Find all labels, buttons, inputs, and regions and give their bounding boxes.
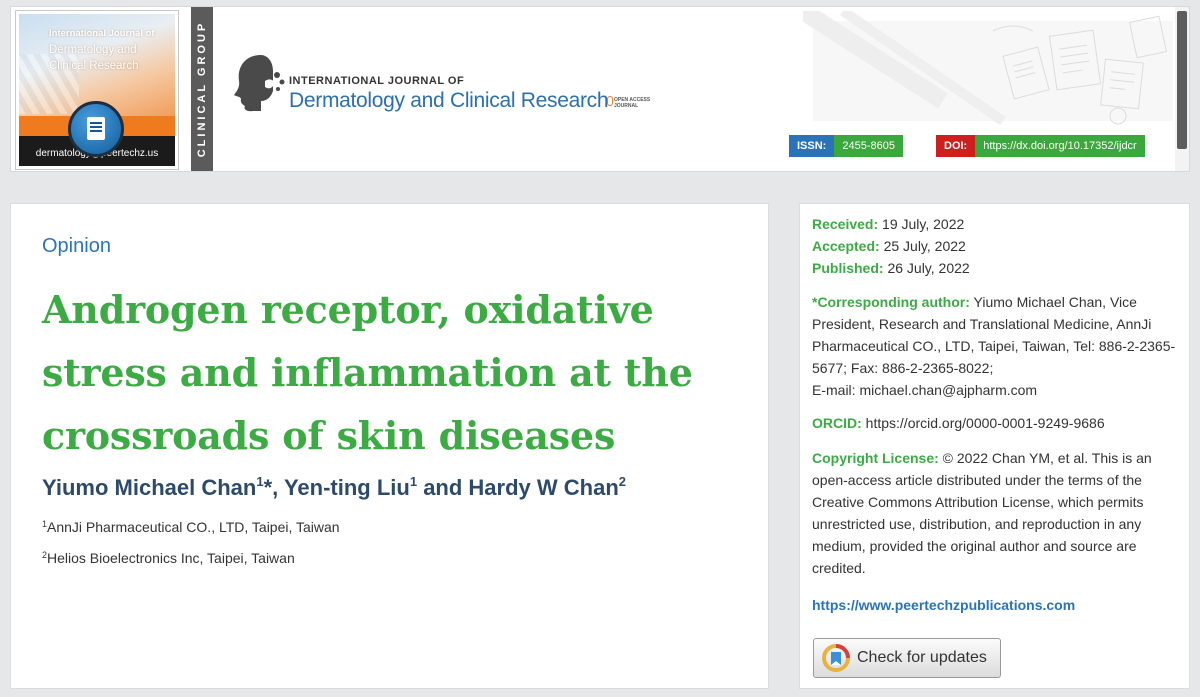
doi-link[interactable]: https://dx.doi.org/10.17352/ijdcr [975, 135, 1145, 157]
journal-header: International Journal of Dermatology and… [10, 6, 1190, 172]
doi-box: DOI: https://dx.doi.org/10.17352/ijdcr [936, 135, 1145, 157]
orcid-link[interactable]: https://orcid.org/0000-0001-9249-9686 [862, 415, 1105, 431]
accepted-label: Accepted: [812, 238, 880, 254]
cover-title: International Journal of Dermatology and… [49, 26, 174, 74]
published-label: Published: [812, 260, 884, 276]
article-title-line3: crossroads of skin diseases [42, 413, 616, 458]
author-3[interactable]: Hardy W Chan [468, 475, 618, 500]
logo-journal-name: Dermatology and Clinical Research [289, 89, 609, 112]
author-2[interactable]: Yen-ting Liu [284, 475, 410, 500]
header-scrollbar[interactable] [1175, 7, 1189, 171]
cover-title-line3: Clinical Research [49, 60, 139, 72]
check-for-updates-button[interactable]: Check for updates [813, 638, 1001, 678]
cover-title-line1: International Journal of [49, 28, 155, 39]
received-label: Received: [812, 216, 879, 232]
logo-small-text: INTERNATIONAL JOURNAL OF [289, 75, 465, 87]
article-title-line2: stress and inflammation at the [42, 350, 693, 395]
header-decoration-graphic [803, 11, 1173, 126]
publication-dates: Received: 19 July, 2022 Accepted: 25 Jul… [812, 213, 970, 279]
copyright-label: Copyright License: [812, 450, 939, 466]
copyright-license: Copyright License: © 2022 Chan YM, et al… [812, 447, 1182, 579]
clinical-group-label: CLINICAL GROUP [196, 20, 208, 158]
corresponding-author: *Corresponding author: Yiumo Michael Cha… [812, 291, 1182, 401]
email-label: E-mail: [812, 382, 860, 398]
accepted-date: Accepted: 25 July, 2022 [812, 235, 970, 257]
affiliation-1-text: AnnJi Pharmaceutical CO., LTD, Taipei, T… [47, 519, 340, 535]
affiliation-2-text: Helios Bioelectronics Inc, Taipei, Taiwa… [47, 550, 295, 566]
corresponding-marker: *, [263, 475, 284, 500]
open-access-icon [607, 96, 613, 106]
author-list: Yiumo Michael Chan1*, Yen-ting Liu1 and … [42, 474, 626, 501]
check-for-updates-label: Check for updates [857, 649, 987, 666]
copyright-text: © 2022 Chan YM, et al. This is an open-a… [812, 450, 1152, 576]
crossmark-icon [822, 644, 850, 672]
affiliation-2: 2Helios Bioelectronics Inc, Taipei, Taiw… [42, 550, 295, 566]
author-3-affiliation: 2 [618, 474, 627, 489]
affiliation-1: 1AnnJi Pharmaceutical CO., LTD, Taipei, … [42, 519, 340, 535]
email-link[interactable]: michael.chan@ajpharm.com [859, 382, 1037, 398]
published-date: Published: 26 July, 2022 [812, 257, 970, 279]
received-value: 19 July, 2022 [878, 216, 965, 232]
issn-box: ISSN: 2455-8605 [789, 135, 903, 157]
face-profile-icon [234, 55, 285, 112]
orcid-label: ORCID: [812, 415, 862, 431]
issn-label: ISSN: [789, 135, 835, 157]
article-title-line1: Androgen receptor, oxidative [42, 287, 654, 332]
author-1-affiliation: 1 [256, 474, 264, 489]
article-title: Androgen receptor, oxidative stress and … [42, 278, 762, 467]
cover-document-icon [68, 101, 124, 157]
publisher-link[interactable]: https://www.peertechzpublications.com [812, 594, 1075, 616]
published-value: 26 July, 2022 [883, 260, 970, 276]
open-access-label: OPEN ACCESS JOURNAL [614, 97, 650, 109]
article-info-sidebar: Received: 19 July, 2022 Accepted: 25 Jul… [799, 203, 1190, 689]
article-type: Opinion [42, 235, 111, 257]
author-2-affiliation: 1 [409, 474, 418, 489]
open-access-line2: JOURNAL [614, 103, 639, 109]
cover-title-line2: Dermatology and [49, 44, 137, 56]
orcid: ORCID: https://orcid.org/0000-0001-9249-… [812, 412, 1105, 434]
author-conjunction: and [417, 475, 469, 500]
header-scrollbar-thumb[interactable] [1177, 11, 1187, 149]
accepted-value: 25 July, 2022 [879, 238, 966, 254]
doi-label: DOI: [936, 135, 976, 157]
received-date: Received: 19 July, 2022 [812, 213, 970, 235]
issn-value: 2455-8605 [834, 135, 903, 157]
corresponding-author-label: *Corresponding author: [812, 294, 970, 310]
journal-cover-thumbnail[interactable]: International Journal of Dermatology and… [15, 10, 179, 170]
author-1[interactable]: Yiumo Michael Chan [42, 475, 256, 500]
journal-logo[interactable]: INTERNATIONAL JOURNAL OF Dermatology and… [231, 51, 681, 113]
article-header-panel: Opinion Androgen receptor, oxidative str… [10, 203, 769, 689]
clinical-group-bar: CLINICAL GROUP [191, 7, 213, 171]
